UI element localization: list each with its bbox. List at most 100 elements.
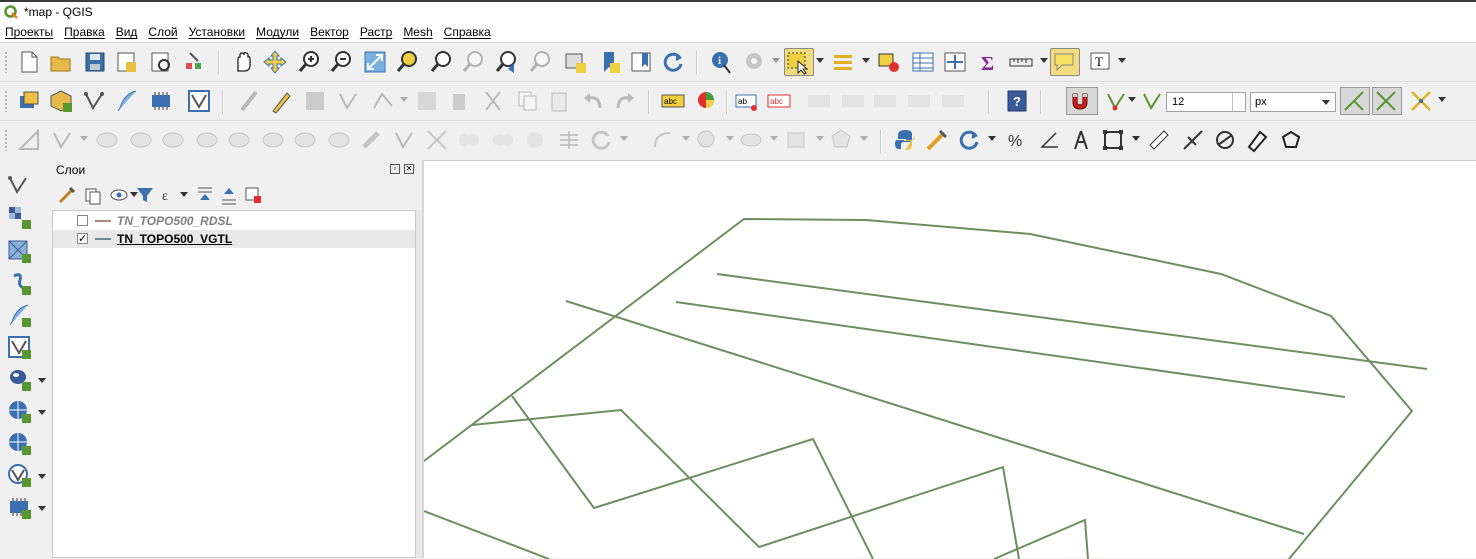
- add-circle-icon[interactable]: [694, 127, 720, 153]
- postgis-dropdown-arrow[interactable]: [38, 378, 46, 383]
- select-by-value-dropdown-arrow[interactable]: [862, 58, 870, 63]
- add-rectangle-icon[interactable]: [784, 127, 810, 153]
- new-temp-scratch-layer-icon[interactable]: [114, 88, 140, 114]
- delete-ring-icon[interactable]: [194, 127, 220, 153]
- self-snapping-icon[interactable]: [1408, 88, 1434, 114]
- zoom-full-icon[interactable]: [362, 49, 388, 75]
- rotate-label-icon[interactable]: [872, 88, 898, 114]
- add-ring-icon[interactable]: [94, 127, 120, 153]
- zoom-native-resolution-icon[interactable]: [460, 49, 486, 75]
- graphical-modeler-icon[interactable]: [956, 127, 982, 153]
- reshape-features-icon[interactable]: [260, 127, 286, 153]
- percent-tool-icon[interactable]: %: [1004, 127, 1030, 153]
- add-virtual-layer-icon[interactable]: [6, 334, 34, 362]
- new-shapefile-layer-icon[interactable]: [82, 88, 108, 114]
- rotate-point-symbols-icon[interactable]: [522, 127, 548, 153]
- delete-part-icon[interactable]: [226, 127, 252, 153]
- toolbar-grip[interactable]: [4, 51, 8, 73]
- refresh-icon[interactable]: [660, 49, 686, 75]
- rotate-feature-icon[interactable]: [588, 127, 614, 153]
- snapping-on-intersection-icon[interactable]: [1372, 87, 1402, 115]
- pan-to-selection-icon[interactable]: [262, 49, 288, 75]
- bbox-dropdown-arrow[interactable]: [1132, 136, 1140, 141]
- add-virtual-tile-layer-icon[interactable]: [6, 494, 34, 522]
- add-feature-icon[interactable]: [336, 88, 362, 114]
- annotation-dropdown-arrow[interactable]: [1118, 58, 1126, 63]
- tile-dropdown-arrow[interactable]: [38, 506, 46, 511]
- new-virtual-layer-icon[interactable]: [148, 88, 174, 114]
- expand-all-icon[interactable]: [194, 184, 216, 206]
- add-wcs-layer-icon[interactable]: [6, 462, 34, 490]
- snapping-layers-icon[interactable]: [1140, 88, 1166, 114]
- select-by-value-icon[interactable]: [830, 49, 856, 75]
- add-part-icon[interactable]: [128, 127, 154, 153]
- python-console-icon[interactable]: [892, 127, 918, 153]
- statistical-summary-icon[interactable]: Σ: [976, 49, 1002, 75]
- vertex-tool-icon[interactable]: [370, 88, 396, 114]
- run-feature-action-icon[interactable]: [742, 49, 768, 75]
- shape-dropdown-arrow[interactable]: [80, 136, 88, 141]
- new-spatialite-layer-icon[interactable]: [186, 88, 212, 114]
- action-dropdown-arrow[interactable]: [772, 58, 780, 63]
- zoom-in-icon[interactable]: [296, 49, 322, 75]
- collapse-all-icon[interactable]: [218, 184, 240, 206]
- history-dropdown-arrow[interactable]: [988, 136, 996, 141]
- open-layer-styling-icon[interactable]: [56, 184, 78, 206]
- field-calculator-icon[interactable]: [942, 49, 968, 75]
- add-ellipse-icon[interactable]: [738, 127, 764, 153]
- vertex-dropdown-arrow[interactable]: [400, 97, 408, 102]
- show-bookmarks-icon[interactable]: [628, 49, 654, 75]
- help-contents-icon[interactable]: ?: [1004, 88, 1030, 114]
- reverse-line-icon[interactable]: [326, 127, 352, 153]
- menu-settings[interactable]: Установки: [184, 25, 251, 39]
- menu-layer[interactable]: Слой: [143, 25, 183, 39]
- merge-attributes-icon[interactable]: [490, 127, 516, 153]
- line-split-tool-icon[interactable]: [1180, 127, 1206, 153]
- zoom-to-selection-icon[interactable]: [394, 49, 420, 75]
- expression-dropdown-arrow[interactable]: [180, 192, 188, 197]
- zoom-to-layer-icon[interactable]: [428, 49, 454, 75]
- ellipse-dropdown-arrow[interactable]: [770, 136, 778, 141]
- add-raster-layer-icon[interactable]: [6, 204, 34, 232]
- wms-dropdown-arrow[interactable]: [38, 410, 46, 415]
- menu-raster[interactable]: Растр: [355, 25, 398, 39]
- pan-map-icon[interactable]: [230, 49, 256, 75]
- toolbar-grip[interactable]: [4, 90, 8, 112]
- label-properties-icon[interactable]: [940, 88, 966, 114]
- menu-mesh[interactable]: Mesh: [398, 25, 438, 39]
- circle-slash-tool-icon[interactable]: [1212, 127, 1238, 153]
- paint-brush-tool-icon[interactable]: [1244, 127, 1270, 153]
- close-panel-button[interactable]: ✕: [404, 164, 414, 174]
- menu-plugins[interactable]: Модули: [251, 25, 305, 39]
- manage-map-themes-icon[interactable]: [108, 184, 130, 206]
- change-label-icon[interactable]: [906, 88, 932, 114]
- add-wfs-layer-icon[interactable]: [6, 430, 34, 458]
- topological-editing-icon[interactable]: [1340, 87, 1370, 115]
- menu-view[interactable]: Вид: [111, 25, 144, 39]
- snapping-unit-select[interactable]: px: [1250, 92, 1336, 112]
- menu-help[interactable]: Справка: [439, 25, 497, 39]
- snapping-options-dropdown-arrow[interactable]: [1438, 97, 1446, 102]
- pin-unpin-labels-icon[interactable]: ab: [734, 88, 760, 114]
- style-manager-icon[interactable]: [182, 49, 208, 75]
- zoom-last-icon[interactable]: [494, 49, 520, 75]
- map-canvas[interactable]: [424, 160, 1476, 559]
- layer-labeling-options-icon[interactable]: abc: [660, 88, 686, 114]
- map-tips-icon[interactable]: [1050, 48, 1080, 76]
- new-map-view-icon[interactable]: [562, 49, 588, 75]
- remove-layer-icon[interactable]: [242, 184, 264, 206]
- spin-arrows[interactable]: [1232, 93, 1245, 111]
- move-label-icon[interactable]: [840, 88, 866, 114]
- select-features-icon[interactable]: [784, 48, 814, 76]
- circular-dropdown-arrow[interactable]: [682, 136, 690, 141]
- identify-features-icon[interactable]: i: [708, 49, 734, 75]
- layout-manager-icon[interactable]: [148, 49, 174, 75]
- deselect-features-icon[interactable]: [876, 49, 902, 75]
- delete-selected-icon[interactable]: [446, 88, 472, 114]
- layer-row[interactable]: ✓ TN_TOPO500_VGTL: [53, 230, 415, 248]
- select-dropdown-arrow[interactable]: [816, 58, 824, 63]
- snap-type-dropdown-arrow[interactable]: [1128, 97, 1136, 102]
- rectangle-dropdown-arrow[interactable]: [816, 136, 824, 141]
- bounding-box-tool-icon[interactable]: [1100, 127, 1126, 153]
- text-annotation-icon[interactable]: T: [1088, 49, 1114, 75]
